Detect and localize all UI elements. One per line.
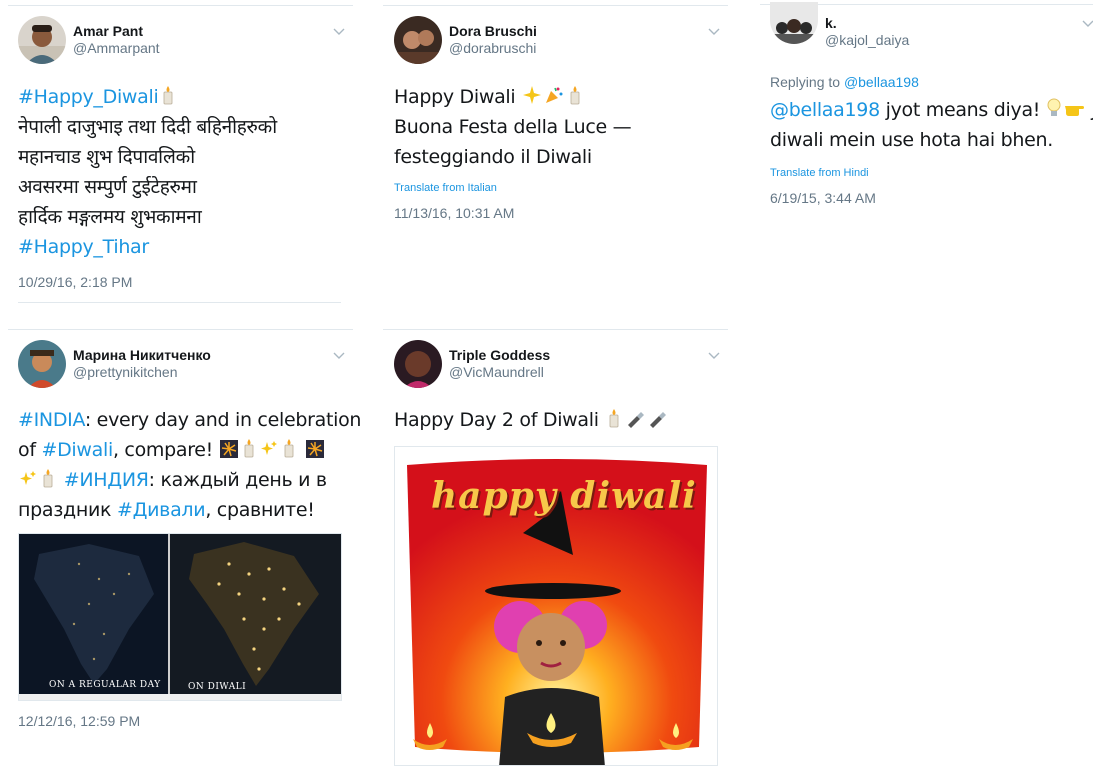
candle-emoji [39,468,57,488]
hashtag-link[interactable]: #ИНДИЯ [64,469,149,491]
tweet-line: हार्दिक मङ्गलमय शुभकामना [18,206,202,228]
username[interactable]: @kajol_daiya [825,32,909,48]
hashtag-link[interactable]: #Дивали [117,499,206,521]
avatar[interactable] [394,340,442,388]
candle-emoji [605,408,623,428]
sparkles-emoji [19,470,37,488]
display-name[interactable]: Triple Goddess [449,347,550,363]
divider [18,302,341,303]
party-popper-emoji [544,85,564,105]
avatar[interactable] [394,16,442,64]
fireworks-emoji [219,440,238,458]
tweet-line: Happy Day 2 of Diwali [394,409,599,431]
media-image[interactable]: happy diwali [394,446,718,766]
tweet-line: , сравните! [205,499,315,521]
tweet-text: #INDIA: every day and in celebration of … [18,405,361,525]
candle-emoji [240,438,258,458]
caret-down-icon[interactable] [332,27,346,37]
tweet-line: jyot means diya! [879,99,1041,121]
pointing-hand-emoji [1063,100,1085,118]
map-label: ON A REGUALAR DAY [49,680,161,690]
divider [383,329,728,330]
tweet-text: Happy Diwali Buona Festa della Luce — fe… [394,82,632,172]
candle-emoji [566,85,584,105]
timestamp[interactable]: 6/19/15, 3:44 AM [770,190,876,206]
replying-to: Replying to @bellaa198 [770,74,919,90]
tweet-line: नेपाली दाजुभाइ तथा दिदी बहिनीहरुको [18,116,277,138]
tweet-line: , compare! [112,439,213,461]
username[interactable]: @VicMaundrell [449,364,544,380]
timestamp[interactable]: 11/13/16, 10:31 AM [394,205,514,221]
tweet-line: : каждый день и в [148,469,327,491]
fireworks-emoji [305,440,324,458]
media-image[interactable]: ON A REGUALAR DAY ON DIWALI [18,533,342,701]
avatar[interactable] [18,16,66,64]
flashlight-emoji [625,408,645,428]
caret-down-icon[interactable] [707,351,721,361]
hashtag-link[interactable]: #INDIA [18,409,85,431]
username[interactable]: @prettynikitchen [73,364,177,380]
avatar[interactable] [770,0,818,44]
translate-link[interactable]: Translate from Italian [394,182,497,194]
hashtag-link[interactable]: #Happy_Tihar [18,236,149,258]
translate-link[interactable]: Translate from Hindi [770,167,869,179]
hashtag-link[interactable]: #Diwali [41,439,113,461]
username[interactable]: @Ammarpant [73,40,160,56]
replying-prefix: Replying to [770,74,841,90]
tweet-line: Jo [1086,99,1093,121]
display-name[interactable]: k. [825,15,837,31]
bulb-emoji [1047,98,1061,118]
divider [8,329,353,330]
tweet-line: diwali mein use hota hai bhen. [770,129,1054,151]
mention-link[interactable]: @bellaa198 [770,99,880,121]
tweet-line: अवसरमा सम्पुर्ण टुईटेहरुमा [18,176,197,198]
username[interactable]: @dorabruschi [449,40,536,56]
tweet-line: Buona Festa della Luce — [394,116,632,138]
sparkles-emoji [260,440,278,458]
tweet-line: Happy Diwali [394,86,516,108]
tweet-line: festeggiando il Diwali [394,146,592,168]
timestamp[interactable]: 12/12/16, 12:59 PM [18,713,140,729]
tweet-text: #Happy_Diwali नेपाली दाजुभाइ तथा दिदी बह… [18,82,277,262]
caret-down-icon[interactable] [707,27,721,37]
caret-down-icon[interactable] [1081,19,1093,29]
avatar[interactable] [18,340,66,388]
hashtag-link[interactable]: #Happy_Diwali [18,86,159,108]
caret-down-icon[interactable] [332,351,346,361]
timestamp[interactable]: 10/29/16, 2:18 PM [18,274,132,290]
tweet-text: Happy Day 2 of Diwali [394,405,668,435]
tweet-text: @bellaa198 jyot means diya! Jo diwali me… [770,95,1093,155]
tweet-line: महानचाड शुभ दिपावलिको [18,146,195,168]
tweet-line: : every day and in celebration [84,409,362,431]
flashlight-emoji [647,408,667,428]
display-name[interactable]: Марина Никитченко [73,347,211,363]
mention-link[interactable]: @bellaa198 [844,74,919,90]
divider [8,5,353,6]
card-title: happy diwali [431,475,697,517]
display-name[interactable]: Amar Pant [73,23,143,39]
candle-emoji [280,438,298,458]
display-name[interactable]: Dora Bruschi [449,23,537,39]
tweet-line: of [18,439,42,461]
divider [383,5,728,6]
candle-emoji [159,85,177,105]
tweet-line: праздник [18,499,117,521]
sparkle-star-emoji [522,85,542,105]
map-label: ON DIWALI [188,682,247,692]
